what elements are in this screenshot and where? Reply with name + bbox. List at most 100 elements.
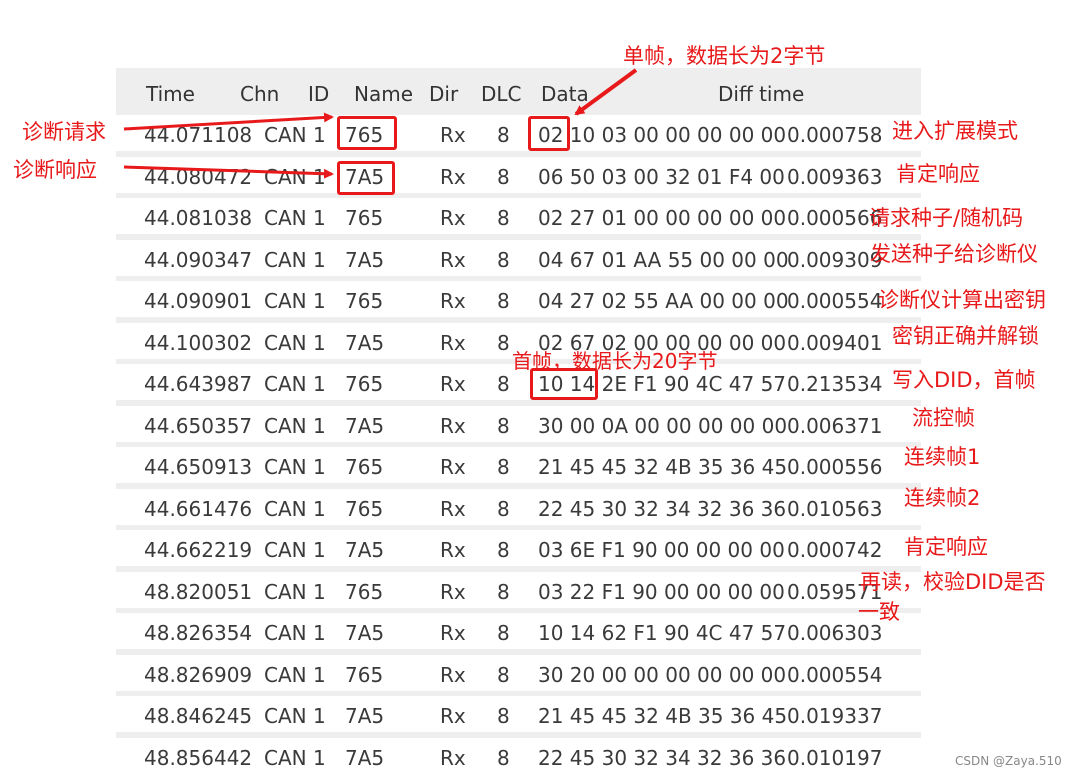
highlight-box-response-id xyxy=(337,161,395,195)
table-row[interactable]: 44.080472 CAN 1 7A5 Rx 8 06 50 03 00 32 01 F4… xyxy=(116,156,921,193)
cell-dir: Rx xyxy=(440,621,466,645)
cell-dir: Rx xyxy=(440,123,466,147)
cell-dir: Rx xyxy=(440,455,466,479)
annotation-right-8: 流控帧 xyxy=(912,406,975,430)
cell-dlc: 8 xyxy=(497,455,510,479)
col-header-id[interactable]: ID xyxy=(308,82,329,106)
cell-data: 02 10 03 00 00 00 00 00 xyxy=(538,123,787,147)
cell-diff-time: 0.213534 xyxy=(787,372,883,396)
watermark-text: CSDN @Zaya.510 xyxy=(955,754,1062,768)
annotation-right-13: 一致 xyxy=(858,600,900,624)
cell-diff-time: 0.000758 xyxy=(787,123,883,147)
cell-name: 7A5 xyxy=(345,330,385,355)
cell-dlc: 8 xyxy=(497,330,510,355)
cell-time: 44.081038 xyxy=(144,206,253,230)
cell-data: 21 45 45 32 4B 35 36 45 xyxy=(538,455,788,479)
cell-channel: CAN 1 xyxy=(264,538,326,562)
col-header-dir[interactable]: Dir xyxy=(429,82,458,106)
table-row[interactable]: 44.650357 CAN 1 7A5 Rx 8 30 00 0A 00 00 00 00… xyxy=(116,405,921,442)
table-row[interactable]: 48.856442 CAN 1 7A5 Rx 8 22 45 30 32 34 32 36… xyxy=(116,737,921,774)
cell-data: 22 45 30 32 34 32 36 36 xyxy=(538,496,787,521)
cell-dlc: 8 xyxy=(497,123,510,147)
cell-data: 04 67 01 AA 55 00 00 00 xyxy=(538,247,789,272)
cell-dir: Rx xyxy=(440,579,466,604)
cell-dir: Rx xyxy=(440,164,466,189)
table-row[interactable]: 44.071108 CAN 1 765 Rx 8 02 10 03 00 00 00 00… xyxy=(116,115,921,151)
cell-dir: Rx xyxy=(440,413,466,438)
cell-channel: CAN 1 xyxy=(264,455,326,479)
cell-channel: CAN 1 xyxy=(264,704,326,728)
cell-dir: Rx xyxy=(440,745,466,770)
annotation-right-2: 肯定响应 xyxy=(896,162,980,186)
table-row[interactable]: 48.826909 CAN 1 765 Rx 8 30 20 00 00 00 00 00… xyxy=(116,654,921,691)
col-header-name[interactable]: Name xyxy=(354,82,413,106)
cell-dlc: 8 xyxy=(497,247,510,272)
cell-diff-time: 0.000554 xyxy=(787,289,883,313)
table-row[interactable]: 44.090901 CAN 1 765 Rx 8 04 27 02 55 AA 00 00… xyxy=(116,281,921,317)
cell-diff-time: 0.006371 xyxy=(787,413,883,438)
col-header-time[interactable]: Time xyxy=(146,82,195,106)
cell-channel: CAN 1 xyxy=(264,123,326,147)
col-header-chn[interactable]: Chn xyxy=(240,82,279,106)
table-row[interactable]: 44.090347 CAN 1 7A5 Rx 8 04 67 01 AA 55 00 00… xyxy=(116,239,921,276)
table-row[interactable]: 44.661476 CAN 1 765 Rx 8 22 45 30 32 34 32 36… xyxy=(116,488,921,525)
col-header-diff-time[interactable]: Diff time xyxy=(718,82,804,106)
cell-channel: CAN 1 xyxy=(264,330,326,355)
cell-data: 02 27 01 00 00 00 00 00 xyxy=(538,206,787,230)
annotation-right-1: 进入扩展模式 xyxy=(892,119,1018,143)
table-row[interactable]: 48.826354 CAN 1 7A5 Rx 8 10 14 62 F1 90 4C 47… xyxy=(116,613,921,649)
can-trace-table: Time Chn ID Name Dir DLC Data Diff time … xyxy=(116,68,921,774)
cell-dir: Rx xyxy=(440,662,466,687)
cell-name: 765 xyxy=(345,372,384,396)
cell-time: 48.826909 xyxy=(144,662,253,687)
cell-channel: CAN 1 xyxy=(264,206,326,230)
cell-time: 44.071108 xyxy=(144,123,253,147)
cell-data: 04 27 02 55 AA 00 00 00 xyxy=(538,289,789,313)
col-header-data[interactable]: Data xyxy=(541,82,589,106)
annotation-right-11: 肯定响应 xyxy=(904,535,988,559)
cell-data: 21 45 45 32 4B 35 36 45 xyxy=(538,704,788,728)
cell-dlc: 8 xyxy=(497,745,510,770)
cell-diff-time: 0.000554 xyxy=(787,662,883,687)
annotation-right-6: 密钥正确并解锁 xyxy=(892,324,1039,348)
table-row[interactable]: 48.820051 CAN 1 765 Rx 8 03 22 F1 90 00 00 00… xyxy=(116,571,921,608)
highlight-box-request-id xyxy=(337,116,397,150)
annotation-first-frame: 首帧，数据长为20字节 xyxy=(512,349,718,373)
cell-diff-time: 0.009401 xyxy=(787,330,883,355)
cell-time: 44.090901 xyxy=(144,289,253,313)
cell-time: 44.643987 xyxy=(144,372,253,396)
col-header-dlc[interactable]: DLC xyxy=(481,82,522,106)
cell-data: 03 22 F1 90 00 00 00 00 xyxy=(538,579,785,604)
cell-dir: Rx xyxy=(440,372,466,396)
cell-dir: Rx xyxy=(440,206,466,230)
cell-data: 03 6E F1 90 00 00 00 00 xyxy=(538,538,785,562)
cell-dir: Rx xyxy=(440,704,466,728)
cell-time: 44.100302 xyxy=(144,330,253,355)
table-row[interactable]: 44.650913 CAN 1 765 Rx 8 21 45 45 32 4B 35 36… xyxy=(116,447,921,483)
cell-channel: CAN 1 xyxy=(264,372,326,396)
cell-dlc: 8 xyxy=(497,662,510,687)
cell-dir: Rx xyxy=(440,247,466,272)
cell-name: 765 xyxy=(345,206,384,230)
cell-channel: CAN 1 xyxy=(264,662,326,687)
cell-name: 7A5 xyxy=(345,621,385,645)
cell-time: 44.090347 xyxy=(144,247,253,272)
cell-time: 48.826354 xyxy=(144,621,253,645)
table-row[interactable]: 44.081038 CAN 1 765 Rx 8 02 27 01 00 00 00 00… xyxy=(116,198,921,234)
cell-diff-time: 0.000742 xyxy=(787,538,883,562)
cell-diff-time: 0.009309 xyxy=(787,247,883,272)
highlight-box-single-frame-pci xyxy=(528,116,570,151)
cell-dir: Rx xyxy=(440,538,466,562)
cell-dlc: 8 xyxy=(497,372,510,396)
annotation-right-9: 连续帧1 xyxy=(904,445,981,469)
cell-diff-time: 0.019337 xyxy=(787,704,883,728)
table-row[interactable]: 48.846245 CAN 1 7A5 Rx 8 21 45 45 32 4B 35 36… xyxy=(116,696,921,732)
cell-name: 765 xyxy=(345,289,384,313)
cell-diff-time: 0.010563 xyxy=(787,496,883,521)
table-row[interactable]: 44.662219 CAN 1 7A5 Rx 8 03 6E F1 90 00 00 00… xyxy=(116,530,921,566)
cell-data: 10 14 62 F1 90 4C 47 57 xyxy=(538,621,787,645)
annotation-right-5: 诊断仪计算出密钥 xyxy=(878,288,1046,312)
cell-time: 48.820051 xyxy=(144,579,253,604)
cell-diff-time: 0.009363 xyxy=(787,164,883,189)
annotation-right-12: 再读，校验DID是否 xyxy=(860,570,1046,594)
